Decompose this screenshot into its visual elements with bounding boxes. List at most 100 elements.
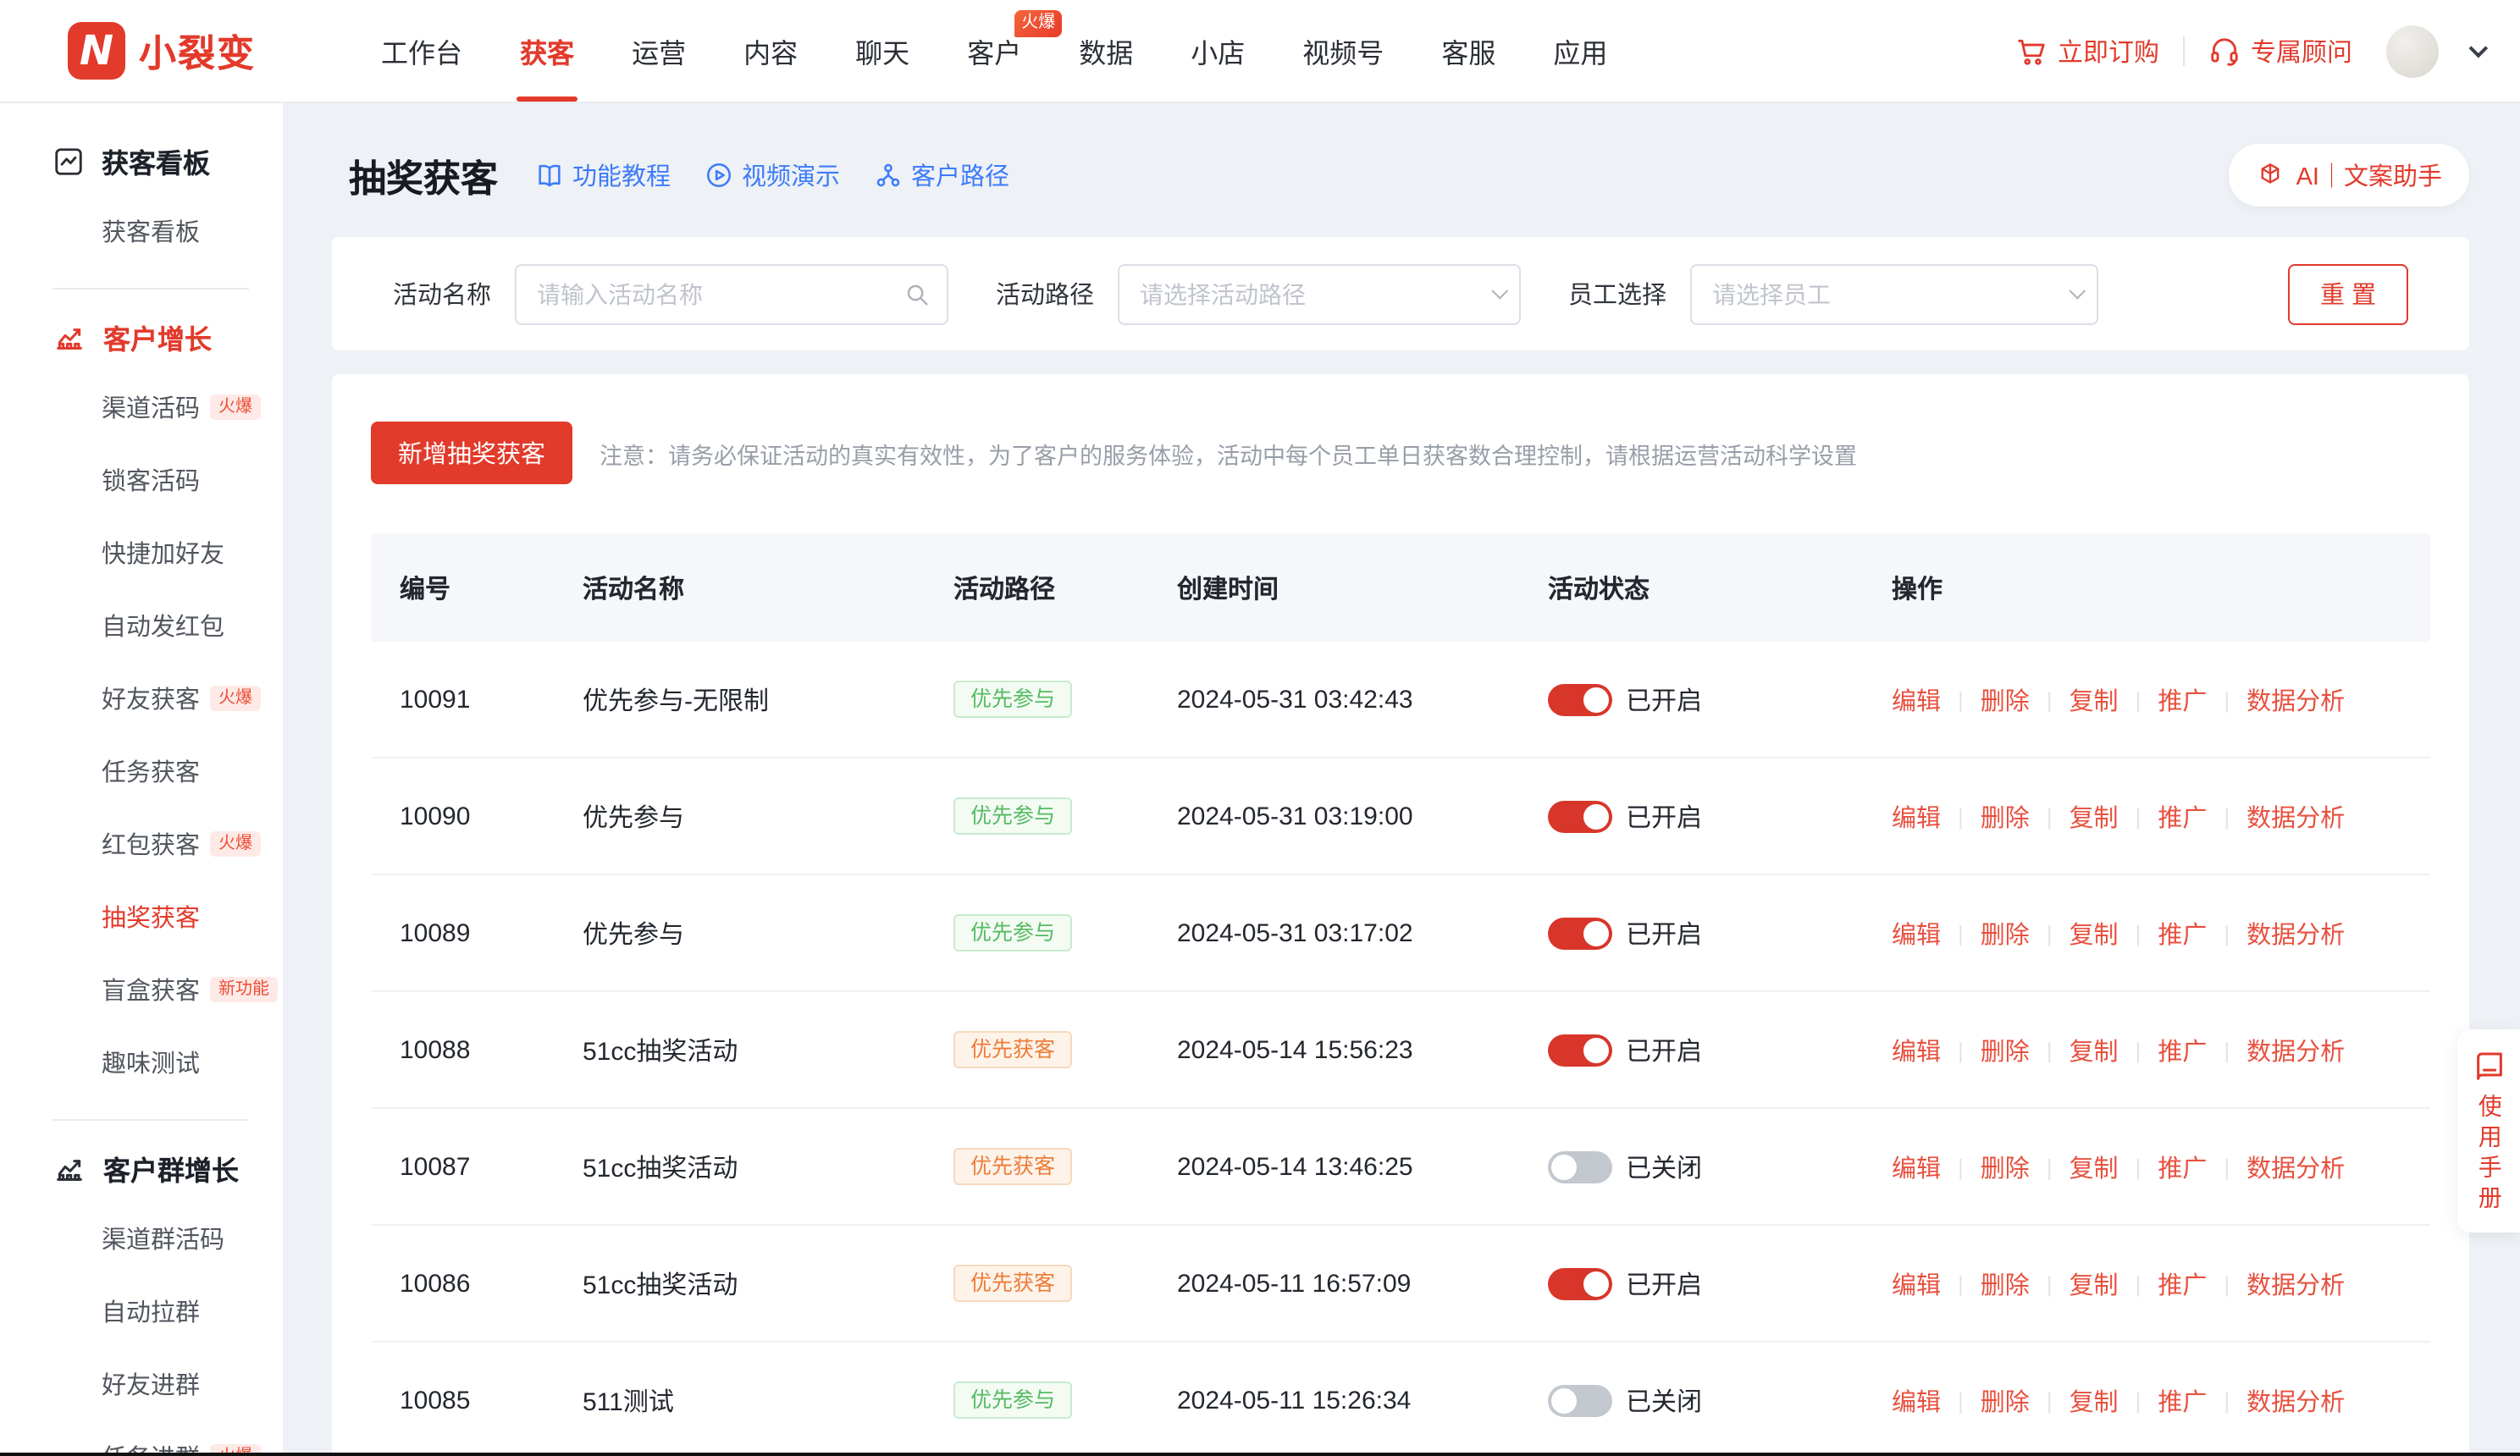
nav-item-link[interactable]: 内容 xyxy=(743,0,798,102)
operation-edit[interactable]: 编辑 xyxy=(1892,1032,1941,1067)
path-tag: 优先参与 xyxy=(953,681,1072,719)
brand-logo[interactable]: N 小裂变 xyxy=(68,22,256,80)
operation-edit[interactable]: 编辑 xyxy=(1892,798,1941,834)
sidebar-item[interactable]: 任务进群火爆 xyxy=(0,1420,283,1456)
operation-delete[interactable]: 删除 xyxy=(1981,1032,2030,1067)
sidebar-item[interactable]: 盲盒获客新功能 xyxy=(0,953,283,1026)
sidebar-item[interactable]: 自动拉群 xyxy=(0,1275,283,1348)
page-link-path[interactable]: 客户路径 xyxy=(874,157,1009,193)
operation-analytics[interactable]: 数据分析 xyxy=(2246,1382,2345,1418)
page-link-book[interactable]: 功能教程 xyxy=(535,157,671,193)
activity-name-input[interactable] xyxy=(517,265,947,323)
operation-delete[interactable]: 删除 xyxy=(1981,1149,2030,1184)
operation-edit[interactable]: 编辑 xyxy=(1892,681,1941,717)
sidebar-section-title[interactable]: 获客看板 xyxy=(0,141,283,181)
operation-promote[interactable]: 推广 xyxy=(2158,798,2207,834)
operation-analytics[interactable]: 数据分析 xyxy=(2246,1266,2345,1301)
add-lottery-activity-button[interactable]: 新增抽奖获客 xyxy=(371,422,572,484)
operation-copy[interactable]: 复制 xyxy=(2070,1032,2119,1067)
operation-copy[interactable]: 复制 xyxy=(2070,1149,2119,1184)
operation-promote[interactable]: 推广 xyxy=(2158,1149,2207,1184)
order-now-link[interactable]: 立即订购 xyxy=(2015,33,2159,69)
status-toggle[interactable] xyxy=(1548,1384,1612,1416)
page-link-play[interactable]: 视频演示 xyxy=(705,157,840,193)
ai-copy-assistant-button[interactable]: AI｜文案助手 xyxy=(2229,144,2469,207)
sidebar-item[interactable]: 抽奖获客 xyxy=(0,880,283,953)
account-chevron-down-icon[interactable] xyxy=(2469,39,2489,58)
nav-item-link[interactable]: 小店 xyxy=(1191,0,1245,102)
operation-promote[interactable]: 推广 xyxy=(2158,681,2207,717)
page-link-label: 客户路径 xyxy=(911,157,1009,193)
operation-promote[interactable]: 推广 xyxy=(2158,1266,2207,1301)
status-toggle[interactable] xyxy=(1548,800,1612,832)
activity-path-select[interactable]: 请选择活动路径 xyxy=(1118,263,1521,324)
nav-item-link[interactable]: 客户火爆 xyxy=(967,0,1021,102)
sidebar-item[interactable]: 自动发红包 xyxy=(0,589,283,662)
operation-edit[interactable]: 编辑 xyxy=(1892,1266,1941,1301)
user-avatar[interactable] xyxy=(2386,25,2439,77)
status-toggle[interactable] xyxy=(1548,1267,1612,1299)
operation-analytics[interactable]: 数据分析 xyxy=(2246,798,2345,834)
search-icon xyxy=(904,281,930,306)
sidebar-item-badge: 火爆 xyxy=(210,394,261,420)
advisor-link[interactable]: 专属顾问 xyxy=(2208,33,2352,69)
sidebar-item[interactable]: 渠道群活码 xyxy=(0,1202,283,1275)
status-toggle[interactable] xyxy=(1548,683,1612,715)
staff-select[interactable]: 请选择员工 xyxy=(1690,263,2098,324)
nav-item-active[interactable]: 获客 xyxy=(520,0,574,102)
sidebar-section-label: 客户增长 xyxy=(103,317,212,357)
status-toggle[interactable] xyxy=(1548,1034,1612,1066)
operation-analytics[interactable]: 数据分析 xyxy=(2246,1149,2345,1184)
operation-edit[interactable]: 编辑 xyxy=(1892,915,1941,951)
operation-copy[interactable]: 复制 xyxy=(2070,915,2119,951)
filter-bar: 活动名称 活动路径 请选择活动路径 员工选择 请选择员工 重 置 xyxy=(332,237,2469,350)
nav-item-link[interactable]: 工作台 xyxy=(381,0,462,102)
sidebar-item[interactable]: 红包获客火爆 xyxy=(0,808,283,880)
sidebar-section-title[interactable]: 客户群增长 xyxy=(0,1148,283,1189)
nav-item-link[interactable]: 客服 xyxy=(1441,0,1495,102)
sidebar-item[interactable]: 趣味测试 xyxy=(0,1026,283,1099)
sidebar-section: 客户增长渠道活码火爆锁客活码快捷加好友自动发红包好友获客火爆任务获客红包获客火爆… xyxy=(0,317,283,1099)
operation-delete[interactable]: 删除 xyxy=(1981,1382,2030,1418)
operation-copy[interactable]: 复制 xyxy=(2070,1266,2119,1301)
sidebar-item[interactable]: 获客看板 xyxy=(0,195,283,267)
sidebar-section-title[interactable]: 客户增长 xyxy=(0,317,283,357)
user-manual-tab[interactable]: 使用手册 xyxy=(2457,1029,2520,1233)
nav-item-link[interactable]: 数据 xyxy=(1079,0,1133,102)
operation-edit[interactable]: 编辑 xyxy=(1892,1382,1941,1418)
operation-delete[interactable]: 删除 xyxy=(1981,1266,2030,1301)
sidebar-item[interactable]: 快捷加好友 xyxy=(0,516,283,589)
sidebar-item[interactable]: 渠道活码火爆 xyxy=(0,371,283,444)
operation-separator: | xyxy=(2224,1271,2230,1296)
sidebar-item[interactable]: 锁客活码 xyxy=(0,444,283,516)
manual-label: 使用手册 xyxy=(2470,1094,2506,1216)
path-tag: 优先参与 xyxy=(953,1382,1072,1420)
status-text: 已开启 xyxy=(1626,915,1702,951)
operation-promote[interactable]: 推广 xyxy=(2158,915,2207,951)
operation-copy[interactable]: 复制 xyxy=(2070,798,2119,834)
status-toggle[interactable] xyxy=(1548,1150,1612,1183)
sidebar-item[interactable]: 任务获客 xyxy=(0,735,283,808)
operation-delete[interactable]: 删除 xyxy=(1981,798,2030,834)
operation-analytics[interactable]: 数据分析 xyxy=(2246,1032,2345,1067)
operation-promote[interactable]: 推广 xyxy=(2158,1382,2207,1418)
sidebar-item[interactable]: 好友获客火爆 xyxy=(0,662,283,735)
cell-activity-name: 优先参与 xyxy=(583,915,953,951)
operation-edit[interactable]: 编辑 xyxy=(1892,1149,1941,1184)
nav-item-link[interactable]: 视频号 xyxy=(1302,0,1384,102)
operation-delete[interactable]: 删除 xyxy=(1981,915,2030,951)
operation-delete[interactable]: 删除 xyxy=(1981,681,2030,717)
nav-item-link[interactable]: 应用 xyxy=(1553,0,1607,102)
operation-copy[interactable]: 复制 xyxy=(2070,681,2119,717)
nav-item-link[interactable]: 聊天 xyxy=(855,0,909,102)
operation-analytics[interactable]: 数据分析 xyxy=(2246,681,2345,717)
sidebar-item[interactable]: 好友进群 xyxy=(0,1348,283,1420)
status-toggle[interactable] xyxy=(1548,917,1612,949)
reset-button[interactable]: 重 置 xyxy=(2288,263,2408,324)
staff-select-label: 员工选择 xyxy=(1568,276,1666,312)
operation-analytics[interactable]: 数据分析 xyxy=(2246,915,2345,951)
operation-copy[interactable]: 复制 xyxy=(2070,1382,2119,1418)
operation-separator: | xyxy=(2047,1387,2053,1413)
nav-item-link[interactable]: 运营 xyxy=(632,0,686,102)
operation-promote[interactable]: 推广 xyxy=(2158,1032,2207,1067)
